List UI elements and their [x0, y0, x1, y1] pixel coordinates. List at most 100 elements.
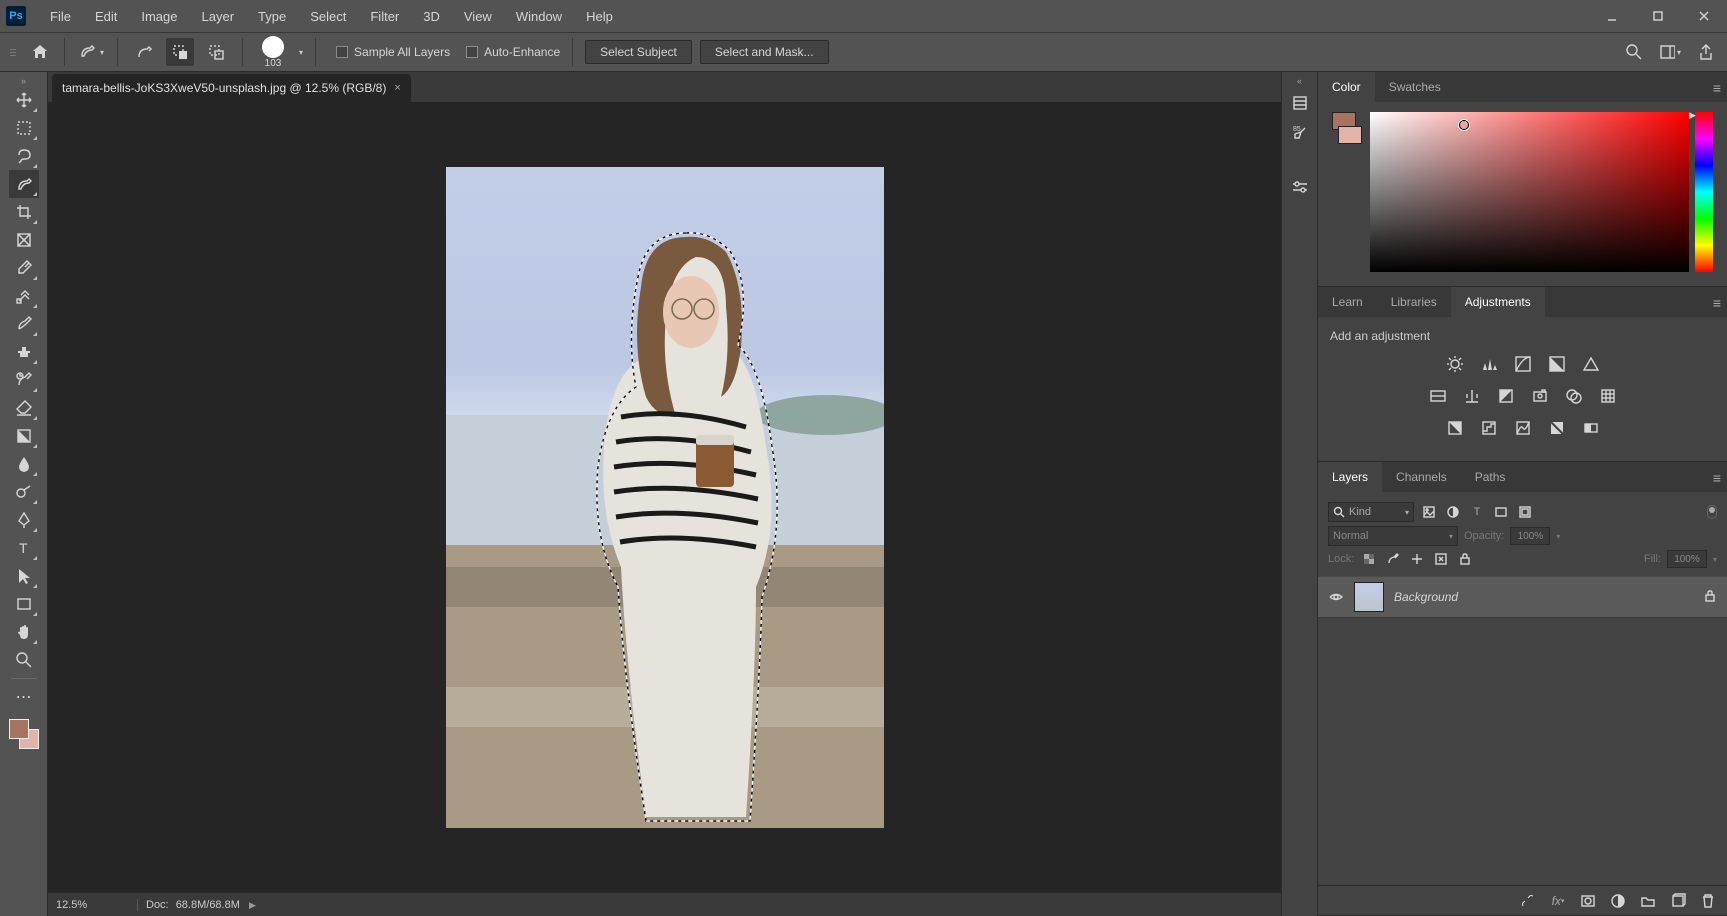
tab-paths[interactable]: Paths — [1461, 462, 1520, 492]
foreground-color[interactable] — [9, 719, 29, 739]
sample-all-layers-checkbox[interactable]: Sample All Layers — [336, 45, 450, 59]
eyedropper-tool[interactable] — [9, 254, 39, 282]
auto-enhance-checkbox[interactable]: Auto-Enhance — [466, 45, 560, 59]
edit-toolbar-button[interactable]: ⋯ — [9, 683, 39, 711]
dodge-tool[interactable] — [9, 478, 39, 506]
home-button[interactable] — [28, 40, 52, 64]
opacity-input[interactable]: 100% — [1510, 527, 1550, 545]
close-tab-icon[interactable]: × — [394, 82, 400, 94]
lock-image-icon[interactable] — [1384, 550, 1402, 568]
healing-brush-tool[interactable] — [9, 282, 39, 310]
invert-icon[interactable] — [1444, 417, 1466, 439]
search-icon[interactable] — [1623, 41, 1645, 63]
menu-window[interactable]: Window — [504, 9, 574, 24]
rectangle-tool[interactable] — [9, 590, 39, 618]
lock-transparency-icon[interactable] — [1360, 550, 1378, 568]
blend-mode-select[interactable]: Normal▾ — [1328, 526, 1458, 546]
subtract-selection-button[interactable] — [202, 38, 230, 66]
tab-adjustments[interactable]: Adjustments — [1451, 287, 1545, 317]
document-tab[interactable]: tamara-bellis-JoKS3XweV50-unsplash.jpg @… — [52, 74, 411, 102]
share-icon[interactable] — [1695, 41, 1717, 63]
brightness-contrast-icon[interactable] — [1444, 353, 1466, 375]
curves-icon[interactable] — [1512, 353, 1534, 375]
properties-panel-icon[interactable] — [1287, 174, 1313, 200]
menu-view[interactable]: View — [452, 9, 504, 24]
panel-menu-icon[interactable]: ≡ — [1713, 470, 1721, 486]
lock-artboard-icon[interactable] — [1432, 550, 1450, 568]
gradient-tool[interactable] — [9, 422, 39, 450]
canvas[interactable] — [48, 102, 1281, 892]
hue-saturation-icon[interactable] — [1427, 385, 1449, 407]
minimize-button[interactable] — [1589, 0, 1635, 32]
layer-style-icon[interactable]: fx▾ — [1549, 892, 1567, 910]
lock-position-icon[interactable] — [1408, 550, 1426, 568]
tab-swatches[interactable]: Swatches — [1375, 72, 1455, 102]
gradient-map-icon[interactable] — [1580, 417, 1602, 439]
panel-color-swatch[interactable] — [1332, 112, 1364, 272]
exposure-icon[interactable] — [1546, 353, 1568, 375]
menu-3d[interactable]: 3D — [411, 9, 452, 24]
link-layers-icon[interactable] — [1519, 892, 1537, 910]
menu-filter[interactable]: Filter — [358, 9, 411, 24]
layer-name[interactable]: Background — [1394, 590, 1693, 604]
menu-layer[interactable]: Layer — [190, 9, 247, 24]
clone-stamp-tool[interactable] — [9, 338, 39, 366]
workspace-switcher-icon[interactable]: ▾ — [1659, 41, 1681, 63]
hue-slider[interactable]: ▶ — [1695, 112, 1713, 272]
filter-toggle[interactable] — [1707, 505, 1717, 519]
group-layers-icon[interactable] — [1639, 892, 1657, 910]
color-swatch[interactable] — [9, 719, 39, 749]
path-selection-tool[interactable] — [9, 562, 39, 590]
tab-learn[interactable]: Learn — [1318, 287, 1377, 317]
visibility-toggle-icon[interactable] — [1328, 589, 1344, 605]
panel-menu-icon[interactable]: ≡ — [1713, 80, 1721, 96]
photo-filter-icon[interactable] — [1529, 385, 1551, 407]
blur-tool[interactable] — [9, 450, 39, 478]
history-brush-tool[interactable] — [9, 366, 39, 394]
select-subject-button[interactable]: Select Subject — [585, 40, 692, 64]
eraser-tool[interactable] — [9, 394, 39, 422]
menu-file[interactable]: File — [38, 9, 83, 24]
filter-shape-icon[interactable] — [1492, 503, 1510, 521]
vibrance-icon[interactable] — [1580, 353, 1602, 375]
toolbar-collapse-icon[interactable]: » — [0, 76, 47, 86]
brush-picker[interactable]: 103 — [255, 36, 291, 69]
marquee-tool[interactable] — [9, 114, 39, 142]
tab-layers[interactable]: Layers — [1318, 462, 1382, 492]
layer-mask-icon[interactable] — [1579, 892, 1597, 910]
tool-preset-picker[interactable]: ▾ — [77, 38, 105, 66]
layer-thumbnail[interactable] — [1354, 582, 1384, 612]
menu-help[interactable]: Help — [574, 9, 625, 24]
levels-icon[interactable] — [1478, 353, 1500, 375]
quick-selection-tool[interactable] — [9, 170, 39, 198]
new-selection-button[interactable] — [130, 38, 158, 66]
color-balance-icon[interactable] — [1461, 385, 1483, 407]
color-lookup-icon[interactable] — [1597, 385, 1619, 407]
threshold-icon[interactable] — [1512, 417, 1534, 439]
layer-filter-kind[interactable]: Kind ▾ — [1328, 502, 1414, 522]
zoom-tool[interactable] — [9, 646, 39, 674]
delete-layer-icon[interactable] — [1699, 892, 1717, 910]
layer-row[interactable]: Background — [1318, 576, 1727, 618]
options-gripper[interactable] — [10, 42, 16, 62]
fill-input[interactable]: 100% — [1667, 550, 1707, 568]
panel-menu-icon[interactable]: ≡ — [1713, 295, 1721, 311]
filter-pixel-icon[interactable] — [1420, 503, 1438, 521]
lasso-tool[interactable] — [9, 142, 39, 170]
brush-settings-panel-icon[interactable]: 85 — [1287, 120, 1313, 146]
menu-image[interactable]: Image — [129, 9, 189, 24]
filter-type-icon[interactable]: T — [1468, 503, 1486, 521]
select-and-mask-button[interactable]: Select and Mask... — [700, 40, 829, 64]
selective-color-icon[interactable] — [1546, 417, 1568, 439]
hand-tool[interactable] — [9, 618, 39, 646]
menu-edit[interactable]: Edit — [83, 9, 129, 24]
zoom-level[interactable]: 12.5% — [48, 899, 138, 911]
color-field[interactable] — [1370, 112, 1689, 272]
channel-mixer-icon[interactable] — [1563, 385, 1585, 407]
black-white-icon[interactable] — [1495, 385, 1517, 407]
filter-smart-icon[interactable] — [1516, 503, 1534, 521]
close-button[interactable] — [1681, 0, 1727, 32]
tab-color[interactable]: Color — [1318, 72, 1375, 102]
new-layer-icon[interactable] — [1669, 892, 1687, 910]
frame-tool[interactable] — [9, 226, 39, 254]
